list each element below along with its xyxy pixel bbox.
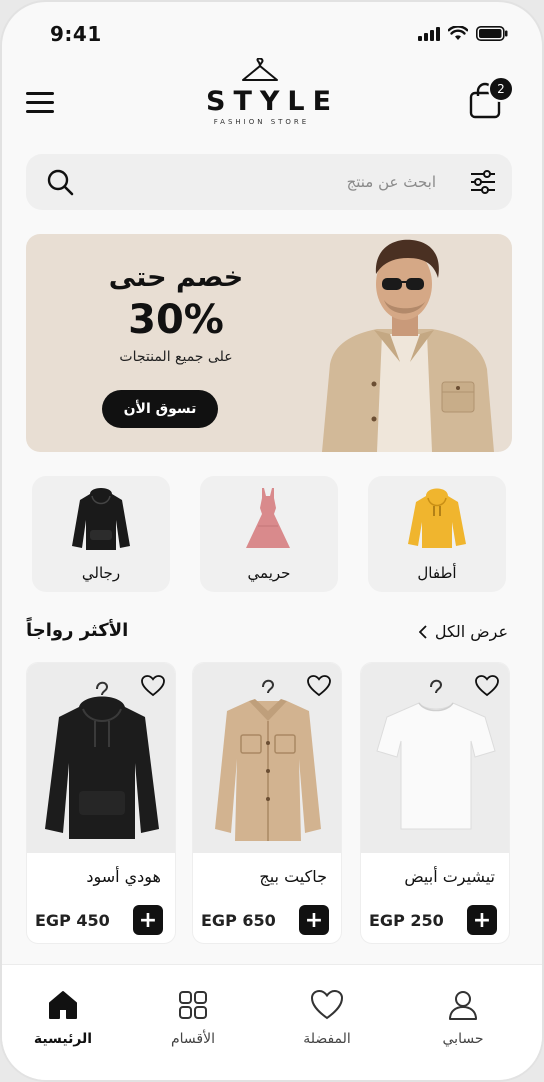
pink-dress-icon	[246, 488, 290, 548]
model-photo	[322, 239, 494, 452]
category-label: حريمي	[247, 564, 291, 582]
status-icons	[418, 26, 508, 41]
category-label: رجالي	[81, 564, 121, 582]
section-title: الأكثر رواجاً	[26, 620, 129, 641]
filter-icon[interactable]	[470, 169, 496, 195]
shop-now-button[interactable]: تسوق الأن	[102, 390, 218, 428]
nav-label: الأقسام	[171, 1031, 215, 1047]
search-bar	[26, 154, 512, 210]
nav-favorites[interactable]: المفضلة	[272, 989, 382, 1047]
heart-icon	[310, 989, 344, 1020]
banner-text: خصم حتى 30% على جميع المنتجات	[86, 262, 266, 365]
menu-icon[interactable]	[26, 92, 54, 114]
product-price: EGP 250	[369, 911, 444, 930]
grid-icon	[179, 991, 207, 1019]
hanger-icon	[242, 58, 278, 81]
nav-label: الرئيسية	[33, 1031, 93, 1047]
view-all-link[interactable]: عرض الكل	[418, 622, 508, 641]
product-image	[361, 663, 509, 853]
banner-subtitle: على جميع المنتجات	[119, 349, 233, 365]
product-price: EGP 450	[35, 911, 110, 930]
wifi-icon	[448, 26, 468, 40]
add-to-cart-button[interactable]: +	[133, 905, 163, 935]
product-name: تيشيرت أبيض	[404, 867, 495, 886]
favorite-icon[interactable]	[307, 675, 331, 697]
status-time: 9:41	[50, 22, 102, 46]
product-name: هودي أسود	[86, 867, 161, 886]
product-card[interactable]: جاكيت بيج EGP 650 +	[192, 662, 342, 944]
nav-account[interactable]: حسابي	[408, 989, 518, 1047]
product-card[interactable]: تيشيرت أبيض EGP 250 +	[360, 662, 510, 944]
category-women[interactable]: حريمي	[200, 476, 338, 592]
nav-categories[interactable]: الأقسام	[138, 989, 248, 1047]
nav-label: المفضلة	[303, 1031, 351, 1047]
banner-title: خصم حتى	[108, 262, 244, 293]
category-men[interactable]: رجالي	[32, 476, 170, 592]
app-header: STYLE FASHION STORE 2	[2, 58, 542, 142]
banner-percent: 30%	[128, 297, 224, 343]
favorite-icon[interactable]	[475, 675, 499, 697]
brand-logo: STYLE FASHION STORE	[198, 58, 340, 126]
add-to-cart-button[interactable]: +	[467, 905, 497, 935]
battery-icon	[476, 26, 508, 41]
product-card[interactable]: هودي أسود EGP 450 +	[26, 662, 176, 944]
promo-banner[interactable]: خصم حتى 30% على جميع المنتجات تسوق الأن	[26, 234, 512, 452]
category-label: أطفال	[417, 564, 457, 582]
add-to-cart-button[interactable]: +	[299, 905, 329, 935]
signal-icon	[418, 26, 440, 41]
nav-home[interactable]: الرئيسية	[8, 989, 118, 1047]
search-input[interactable]	[96, 164, 436, 200]
black-hoodie-icon	[72, 488, 130, 550]
home-icon	[49, 991, 77, 1019]
bottom-navigation: الرئيسية الأقسام المفضلة حسابي	[2, 964, 542, 1080]
user-icon	[449, 991, 477, 1020]
nav-label: حسابي	[442, 1031, 484, 1047]
categories-row: رجالي حريمي أطفال	[32, 476, 506, 594]
category-kids[interactable]: أطفال	[368, 476, 506, 592]
product-list: هودي أسود EGP 450 + جاكيت بيج EGP 650 + …	[26, 662, 512, 946]
product-name: جاكيت بيج	[259, 867, 327, 886]
phone-screen: 9:41 STYLE FASHION STORE 2 ابحث عن منتج …	[0, 0, 544, 1082]
cart-count-badge: 2	[488, 76, 514, 102]
cart-button[interactable]: 2	[468, 76, 514, 122]
search-icon[interactable]	[46, 168, 74, 196]
yellow-hoodie-icon	[408, 488, 466, 548]
brand-name: STYLE	[206, 86, 340, 117]
product-image	[27, 663, 175, 853]
favorite-icon[interactable]	[141, 675, 165, 697]
brand-subtitle: FASHION STORE	[213, 118, 310, 126]
product-price: EGP 650	[201, 911, 276, 930]
status-bar: 9:41	[2, 20, 542, 52]
view-all-label: عرض الكل	[434, 622, 508, 641]
product-image	[193, 663, 341, 853]
chevron-left-icon	[418, 624, 427, 639]
